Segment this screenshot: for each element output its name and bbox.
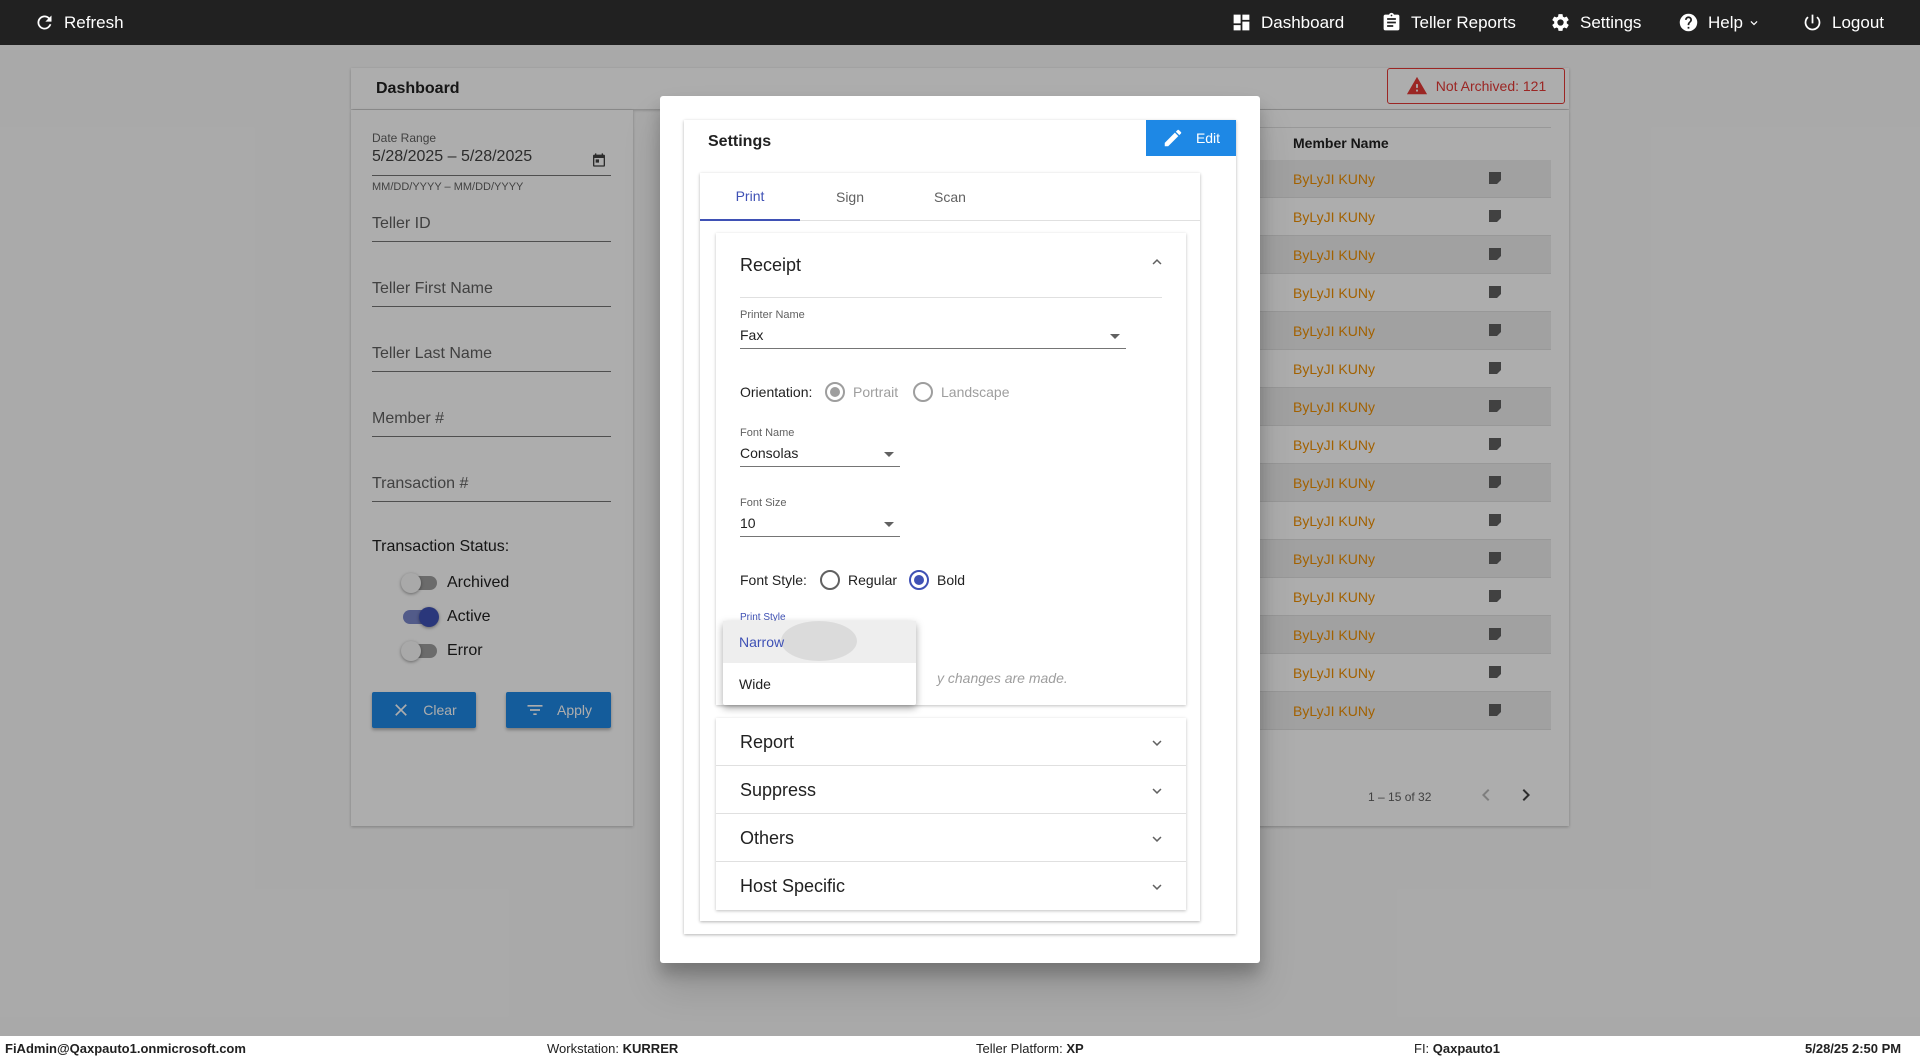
chevron-down-icon [1152, 836, 1162, 842]
font-size-select[interactable]: 10 [740, 513, 900, 537]
settings-tabs-card: Print Sign Scan Receipt Printer Name Fax… [700, 173, 1200, 921]
section-host-specific[interactable]: Host Specific [716, 862, 1186, 910]
dropdown-arrow-icon [1110, 334, 1120, 339]
regular-radio[interactable] [820, 570, 840, 590]
footer-user: FiAdmin@Qaxpauto1.onmicrosoft.com [5, 1041, 246, 1056]
printer-name-label: Printer Name [740, 309, 805, 321]
printer-name-value: Fax [740, 327, 764, 343]
printer-name-select[interactable]: Fax [740, 325, 1126, 349]
footer-workstation: Workstation: KURRER [547, 1041, 679, 1056]
nav-settings-label: Settings [1580, 12, 1642, 32]
status-footer: FiAdmin@Qaxpauto1.onmicrosoft.com Workst… [0, 1036, 1920, 1061]
footer-platform: Teller Platform: XP [976, 1041, 1084, 1056]
regular-label: Regular [848, 572, 898, 588]
chevron-down-icon [1750, 20, 1758, 25]
chevron-down-icon [1152, 788, 1162, 794]
bold-label: Bold [937, 572, 966, 588]
nav-settings[interactable]: Settings [1550, 0, 1641, 45]
receipt-panel-title[interactable]: Receipt [740, 255, 801, 276]
portrait-radio[interactable] [825, 382, 845, 402]
print-style-option-narrow[interactable]: Narrow [723, 621, 916, 663]
refresh-icon [37, 15, 52, 30]
nav-help-label: Help [1708, 12, 1743, 32]
dashboard-icon [1233, 14, 1250, 31]
clipboard-icon [1383, 12, 1400, 31]
footer-datetime: 5/28/25 2:50 PM [1805, 1041, 1902, 1056]
gear-icon [1552, 14, 1569, 31]
settings-dialog: Settings Edit Print Sign Scan Receipt Pr… [660, 96, 1260, 963]
section-suppress-title: Suppress [740, 780, 817, 800]
chevron-up-icon[interactable] [1148, 253, 1166, 271]
ripple-effect [781, 621, 857, 661]
tab-scan[interactable]: Scan [900, 173, 1000, 221]
font-size-label: Font Size [740, 497, 787, 509]
section-report-title: Report [740, 732, 795, 752]
top-nav-bar: Refresh Dashboard Teller Reports Setting… [0, 0, 1920, 45]
landscape-radio[interactable] [913, 382, 933, 402]
power-icon [1804, 14, 1821, 31]
chevron-down-icon [1152, 740, 1162, 746]
bold-radio[interactable] [909, 570, 929, 590]
footer-fi: FI: Qaxpauto1 [1414, 1041, 1500, 1056]
nav-help[interactable]: Help [1678, 0, 1761, 45]
landscape-label: Landscape [941, 384, 1010, 400]
settings-tabs: Print Sign Scan [700, 173, 1200, 221]
section-host-specific-title: Host Specific [740, 876, 846, 896]
font-style-label: Font Style: [740, 572, 807, 588]
section-suppress[interactable]: Suppress [716, 766, 1186, 814]
help-icon [1679, 13, 1698, 32]
tab-print[interactable]: Print [700, 173, 800, 221]
receipt-note: y changes are made. [937, 670, 1068, 686]
dropdown-arrow-icon [884, 522, 894, 527]
edit-label: Edit [1195, 130, 1221, 146]
portrait-label: Portrait [853, 384, 899, 400]
nav-dashboard-label: Dashboard [1261, 12, 1345, 32]
nav-teller-reports-label: Teller Reports [1411, 12, 1516, 32]
font-name-select[interactable]: Consolas [740, 443, 900, 467]
section-others[interactable]: Others [716, 814, 1186, 862]
nav-dashboard[interactable]: Dashboard [1231, 0, 1344, 45]
section-others-title: Others [740, 828, 795, 848]
collapsed-sections: Report Suppress Others Host Specific [716, 718, 1186, 910]
print-style-dropdown: Narrow Wide [723, 621, 916, 705]
nav-logout-label: Logout [1832, 12, 1884, 32]
nav-teller-reports[interactable]: Teller Reports [1381, 0, 1516, 45]
dropdown-arrow-icon [884, 452, 894, 457]
settings-card: Settings Edit Print Sign Scan Receipt Pr… [684, 120, 1236, 934]
narrow-label: Narrow [739, 634, 785, 650]
edit-button[interactable]: Edit [1146, 120, 1236, 156]
settings-title: Settings [708, 133, 772, 150]
nav-logout[interactable]: Logout [1802, 0, 1884, 45]
pencil-icon [1164, 129, 1182, 147]
font-size-value: 10 [740, 515, 756, 531]
tab-sign[interactable]: Sign [800, 173, 900, 221]
refresh-button[interactable]: Refresh [34, 0, 124, 45]
receipt-divider [740, 297, 1162, 298]
wide-label: Wide [739, 676, 771, 692]
chevron-down-icon [1152, 884, 1162, 890]
print-style-option-wide[interactable]: Wide [723, 663, 916, 705]
refresh-label: Refresh [64, 12, 124, 32]
orientation-label: Orientation: [740, 384, 813, 400]
font-name-label: Font Name [740, 427, 795, 439]
section-report[interactable]: Report [716, 718, 1186, 766]
font-name-value: Consolas [740, 445, 799, 461]
